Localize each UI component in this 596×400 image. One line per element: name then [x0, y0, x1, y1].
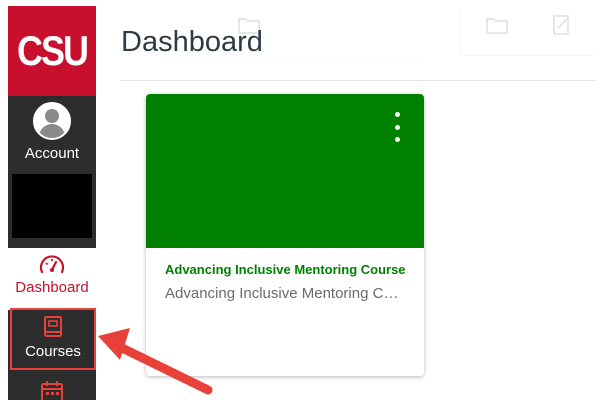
redacted-block	[12, 174, 92, 238]
nav-item-label: Dashboard	[15, 279, 89, 296]
avatar	[33, 102, 71, 140]
annotation-arrow-icon	[98, 328, 213, 395]
dashboard-icon	[39, 255, 65, 274]
folder-icon	[486, 18, 508, 34]
nav-item-dashboard[interactable]: Dashboard	[8, 248, 96, 310]
csu-logo[interactable]: CSU	[8, 6, 96, 96]
nav-item-courses[interactable]: Courses	[10, 308, 96, 370]
global-nav: CSU Account Dashboard Courses	[8, 6, 96, 400]
page-title: Dashboard	[121, 26, 263, 58]
title-divider	[121, 80, 596, 81]
faded-toolbar-right	[460, 8, 596, 56]
nav-item-calendar[interactable]	[8, 374, 96, 400]
edit-icon	[553, 15, 569, 35]
book-icon	[44, 316, 62, 337]
course-card-subtitle: Advancing Inclusive Mentoring Course	[165, 285, 405, 302]
kebab-menu-icon[interactable]	[392, 112, 402, 142]
nav-item-label: Courses	[25, 343, 81, 360]
nav-item-label: Account	[24, 145, 80, 162]
nav-item-account[interactable]: Account	[8, 100, 96, 174]
course-card-hero[interactable]	[146, 94, 424, 248]
logo-text: CSU	[16, 26, 89, 75]
calendar-icon	[41, 381, 63, 400]
course-card-title[interactable]: Advancing Inclusive Mentoring Course	[165, 262, 409, 277]
